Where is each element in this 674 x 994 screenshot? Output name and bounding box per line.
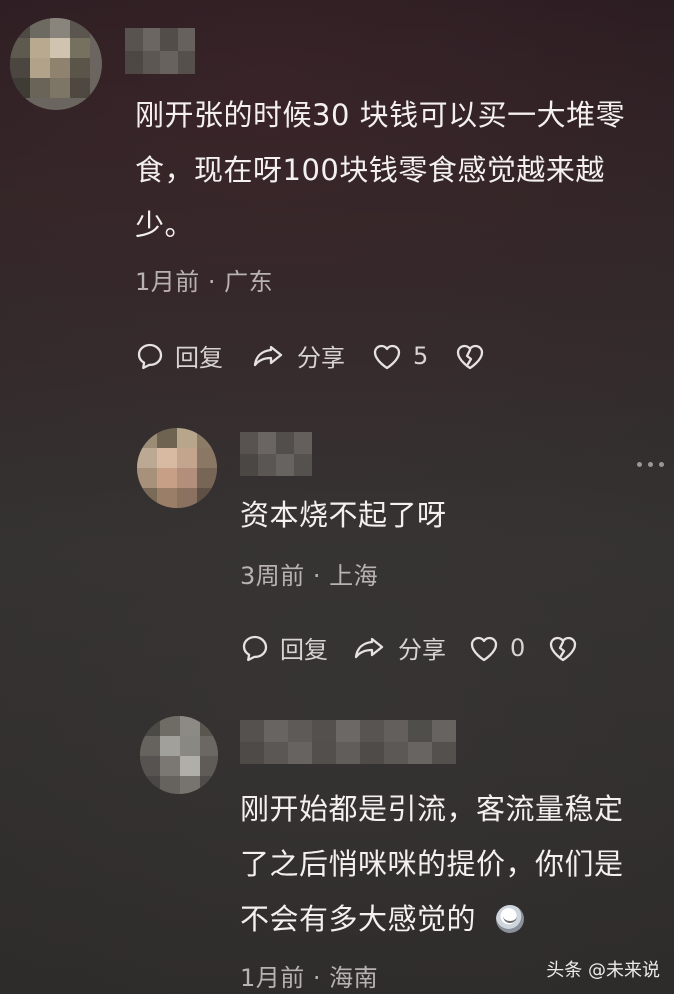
dislike-button[interactable]	[547, 633, 579, 663]
comment-bubble-icon	[135, 341, 165, 371]
heart-outline-icon	[371, 341, 403, 371]
avatar[interactable]	[137, 428, 217, 508]
like-count: 0	[510, 633, 526, 662]
like-count: 5	[413, 341, 429, 370]
reply-text-line: 刚开始都是引流，客流量稳定	[240, 792, 624, 826]
like-button[interactable]: 5	[371, 341, 428, 371]
like-button[interactable]: 0	[468, 633, 525, 663]
share-arrow-icon	[350, 633, 388, 663]
reply-item: 资本烧不起了呀 3周前 · 上海 回复 分享 0	[0, 410, 674, 680]
reply-button[interactable]: 回复	[240, 630, 328, 665]
comment-text-line: 刚开张的时候30 块钱可以买一大堆零	[135, 98, 626, 132]
avatar[interactable]	[140, 716, 218, 794]
reply-label: 回复	[280, 636, 328, 664]
broken-heart-icon	[454, 341, 486, 371]
reply-text-line-with-emoji: 不会有多大感觉的	[240, 892, 660, 947]
share-label: 分享	[297, 344, 345, 372]
reply-meta: 1月前 · 海南	[240, 964, 379, 992]
comment-bubble-icon	[240, 633, 270, 663]
broken-heart-icon	[547, 633, 579, 663]
share-arrow-icon	[249, 341, 287, 371]
reply-button[interactable]: 回复	[135, 338, 223, 373]
reply-actions: 回复 分享 0	[240, 630, 579, 665]
reply-text: 资本烧不起了呀	[240, 498, 447, 532]
avatar[interactable]	[10, 18, 102, 110]
comment-text-line: 食，现在呀100块钱零食感觉越来越	[135, 153, 605, 187]
more-dots-icon[interactable]	[637, 462, 664, 467]
reply-text-line: 了之后悄咪咪的提价，你们是	[240, 847, 624, 881]
reply-text: 刚开始都是引流，客流量稳定 了之后悄咪咪的提价，你们是 不会有多大感觉的	[240, 782, 660, 947]
username-mosaic[interactable]	[240, 432, 312, 476]
share-button[interactable]: 分享	[350, 630, 446, 665]
comment-actions: 回复 分享 5	[135, 338, 486, 373]
heart-outline-icon	[468, 633, 500, 663]
dislike-button[interactable]	[454, 341, 486, 371]
share-button[interactable]: 分享	[249, 338, 345, 373]
watermark: 头条 @未来说	[546, 960, 660, 981]
comment-item: 刚开张的时候30 块钱可以买一大堆零 食，现在呀100块钱零食感觉越来越 少。 …	[0, 0, 674, 390]
username-mosaic[interactable]	[125, 28, 195, 74]
share-label: 分享	[398, 636, 446, 664]
username-mosaic[interactable]	[240, 720, 456, 764]
reply-item: 刚开始都是引流，客流量稳定 了之后悄咪咪的提价，你们是 不会有多大感觉的 1月前…	[0, 700, 674, 994]
cat-emoji-icon	[495, 905, 524, 933]
reply-text-line: 不会有多大感觉的	[240, 902, 477, 936]
reply-label: 回复	[175, 344, 223, 372]
comment-text-line: 少。	[135, 208, 195, 242]
comment-text: 刚开张的时候30 块钱可以买一大堆零 食，现在呀100块钱零食感觉越来越 少。	[135, 88, 655, 253]
comment-meta: 1月前 · 广东	[135, 268, 274, 296]
reply-meta: 3周前 · 上海	[240, 562, 379, 590]
